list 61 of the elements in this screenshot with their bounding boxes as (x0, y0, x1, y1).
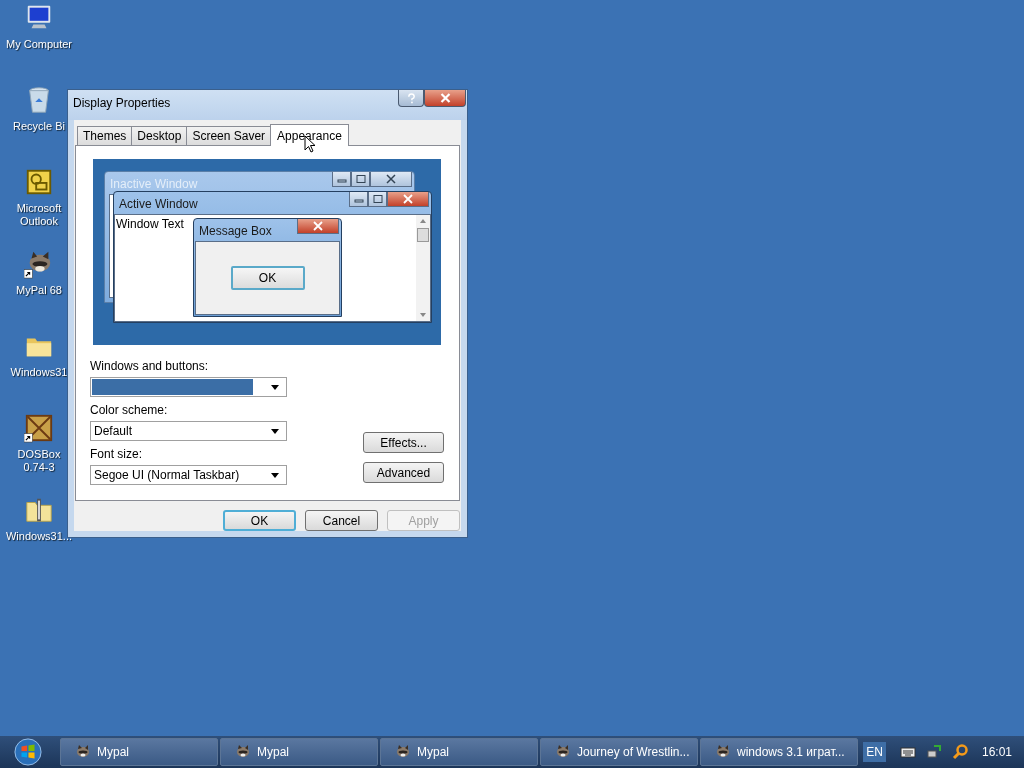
minimize-icon (332, 172, 351, 187)
tab[interactable]: Themes (77, 126, 133, 145)
outlook-icon[interactable] (24, 167, 54, 197)
dropdown[interactable]: Segoe UI (Normal Taskbar) (90, 465, 287, 485)
icon-label: Recycle Bi (13, 120, 65, 133)
raccoon-icon (235, 744, 251, 760)
taskbar-button[interactable]: windows 3.1 играт... (700, 738, 858, 766)
tab[interactable]: Appearance (270, 124, 349, 146)
dialog-button[interactable]: Effects... (363, 432, 444, 453)
keyboard-icon[interactable] (899, 746, 916, 758)
maximize-icon (351, 172, 370, 187)
network-icon[interactable] (925, 744, 942, 760)
scroll-down-icon (419, 312, 427, 318)
taskbar-button[interactable]: Mypal (60, 738, 218, 766)
dialog-button[interactable]: Advanced (363, 462, 444, 483)
close-icon (297, 219, 339, 234)
icon-label: My Computer (6, 38, 72, 51)
minimize-icon (349, 192, 368, 207)
close-icon (370, 172, 412, 187)
icon-label: Windows31... (6, 530, 72, 543)
field-label: Font size: (90, 447, 144, 461)
taskbar-button[interactable]: Journey of Wrestlin... (540, 738, 698, 766)
icon-label: MyPal 68 (16, 284, 62, 297)
language-indicator[interactable]: EN (863, 742, 886, 762)
window-title: Display Properties (73, 96, 171, 110)
window-title: Inactive Window (110, 177, 198, 191)
tab[interactable]: Desktop (131, 126, 188, 145)
dosbox-icon[interactable] (24, 413, 54, 443)
taskbar-button[interactable]: Mypal (220, 738, 378, 766)
raccoon-icon (75, 744, 91, 760)
clock[interactable]: 16:01 (981, 745, 1012, 759)
dialog-button[interactable]: OK (223, 510, 296, 531)
help-icon (406, 92, 416, 104)
window-title: Message Box (199, 224, 272, 238)
dropdown[interactable]: Default (90, 421, 287, 441)
close-icon (439, 93, 451, 103)
raccoon-icon (715, 744, 731, 760)
tab[interactable]: Screen Saver (186, 126, 272, 145)
raccoon-icon (555, 744, 571, 760)
raccoon-icon (395, 744, 411, 760)
ok-button-preview: OK (230, 266, 305, 290)
caret-icon (271, 428, 279, 434)
dialog-button[interactable]: Cancel (305, 510, 378, 531)
caret-icon (271, 472, 279, 478)
dropdown[interactable] (90, 377, 287, 397)
icon-label: Windows31 (10, 366, 68, 379)
close-button[interactable] (424, 90, 466, 107)
scroll-thumb (417, 228, 429, 242)
help-button[interactable] (398, 90, 424, 107)
window-title: Active Window (119, 197, 198, 211)
taskbar-button[interactable]: Mypal (380, 738, 538, 766)
scroll-up-icon (419, 218, 427, 224)
close-icon (387, 192, 429, 207)
icon-label: DOSBox 0.74-3 (16, 448, 62, 474)
magnifier-icon[interactable] (951, 744, 968, 760)
field-label: Color scheme: (90, 403, 169, 417)
window-text: Window Text (116, 217, 184, 233)
caret-icon (271, 384, 279, 390)
icon-label: Microsoft Outlook (15, 202, 63, 228)
maximize-icon (368, 192, 387, 207)
field-label: Windows and buttons: (90, 359, 210, 373)
